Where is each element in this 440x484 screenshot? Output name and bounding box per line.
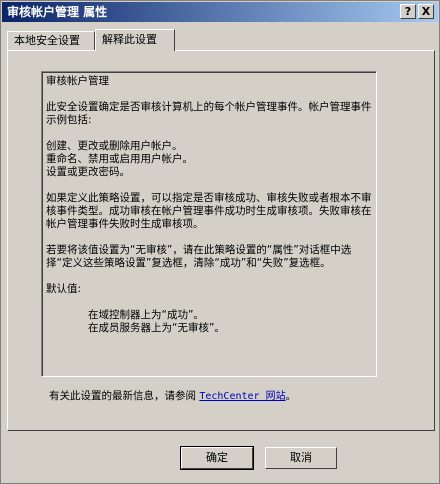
default-item: 在成员服务器上为“无审核”。 [88,322,225,334]
default-item: 在域控制器上为“成功”。 [88,309,204,321]
title-bar: 审核帐户管理 属性 ? X [2,2,438,22]
close-button[interactable]: X [418,4,434,19]
more-info-line: 有关此设置的最新信息，请参阅 TechCenter 网站。 [49,387,296,403]
cancel-button[interactable]: 取消 [265,447,337,469]
defaults-label: 默认值: [46,283,82,295]
window-title: 审核帐户管理 属性 [7,5,108,19]
explanation-textbox[interactable]: 审核帐户管理 此安全设置确定是否审核计算机上的每个帐户管理事件。帐户管理事件示例… [41,71,377,377]
techcenter-link[interactable]: TechCenter 网站 [199,391,285,402]
more-info-text: 有关此设置的最新信息，请参阅 [49,390,196,402]
explanation-heading: 审核帐户管理 [46,75,109,87]
ok-button[interactable]: 确定 [180,446,254,470]
help-button[interactable]: ? [400,4,416,19]
explanation-paragraph: 此安全设置确定是否审核计算机上的每个帐户管理事件。帐户管理事件示例包括: [46,101,372,126]
example-item: 重命名、禁用或启用用户帐户。 [46,153,193,165]
tab-local-security-setting[interactable]: 本地安全设置 [7,31,95,50]
explanation-paragraph: 如果定义此策略设置，可以指定是否审核成功、审核失败或者根本不审核事件类型。成功审… [46,192,372,230]
tab-explain-setting[interactable]: 解释此设置 [95,29,175,51]
properties-dialog: 审核帐户管理 属性 ? X 本地安全设置 解释此设置 审核帐户管理 此安全设置确… [0,0,440,484]
example-item: 设置或更改密码。 [46,166,130,178]
example-item: 创建、更改或删除用户帐户。 [46,140,183,152]
more-info-end: 。 [285,390,297,402]
explanation-paragraph: 若要将该值设置为“无审核”，请在此策略设置的“属性”对话框中选择“定义这些策略设… [46,244,352,269]
